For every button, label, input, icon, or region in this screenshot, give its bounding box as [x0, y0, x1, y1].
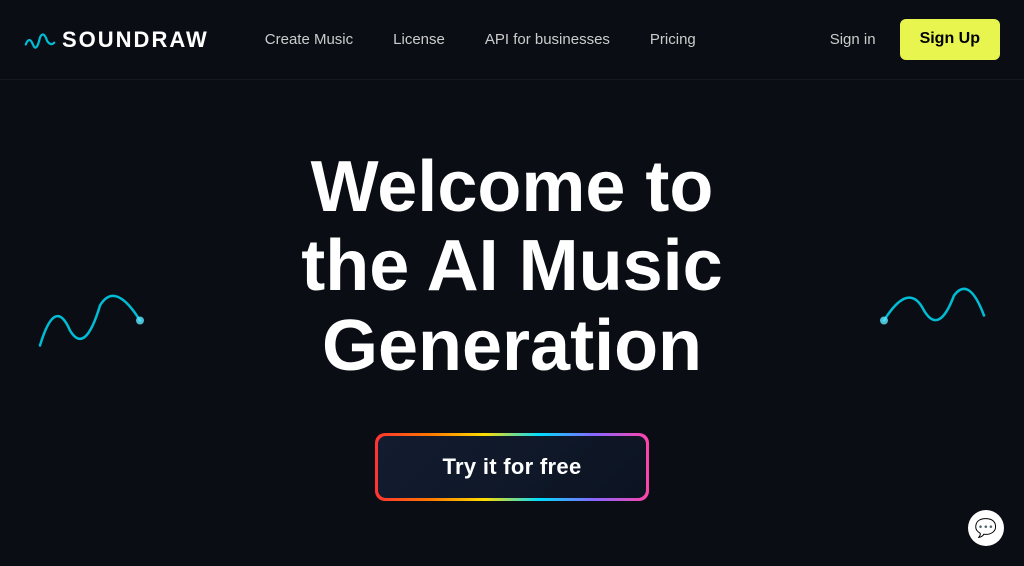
wave-decoration-left — [30, 276, 150, 371]
navbar: SOUNDRAW Create Music License API for bu… — [0, 0, 1024, 80]
sign-up-button[interactable]: Sign Up — [900, 19, 1000, 60]
nav-link-license[interactable]: License — [377, 22, 461, 58]
chat-bubble-button[interactable]: 💬 — [968, 510, 1004, 546]
chat-icon: 💬 — [975, 518, 997, 539]
wave-decoration-right — [874, 276, 994, 371]
nav-right: Sign in Sign Up — [818, 19, 1000, 60]
logo-text: SOUNDRAW — [62, 27, 209, 53]
nav-link-pricing[interactable]: Pricing — [634, 22, 712, 58]
nav-link-api[interactable]: API for businesses — [469, 22, 626, 58]
hero-section: Welcome to the AI Music Generation Try i… — [0, 80, 1024, 566]
nav-links: Create Music License API for businesses … — [249, 22, 818, 58]
soundwave-logo-icon — [24, 28, 56, 52]
logo[interactable]: SOUNDRAW — [24, 27, 209, 53]
cta-wrapper: Try it for free — [378, 436, 647, 498]
try-free-button[interactable]: Try it for free — [378, 436, 647, 498]
sign-in-button[interactable]: Sign in — [818, 22, 888, 58]
hero-title: Welcome to the AI Music Generation — [301, 148, 722, 386]
nav-link-create-music[interactable]: Create Music — [249, 22, 369, 58]
